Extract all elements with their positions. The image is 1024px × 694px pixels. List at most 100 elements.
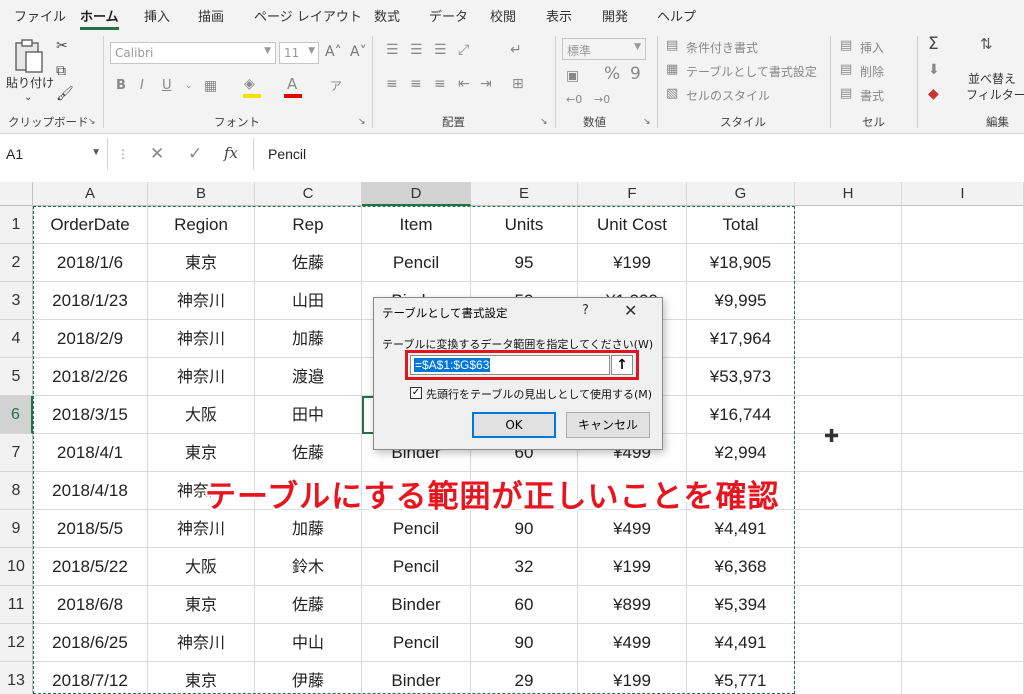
format-painter-icon[interactable]: 🖌	[56, 86, 74, 102]
format-as-table-icon[interactable]: ▦	[666, 62, 678, 78]
cell[interactable]: 2018/6/8	[33, 586, 148, 624]
column-header-f[interactable]: F	[578, 182, 687, 206]
column-header-d[interactable]: D	[362, 182, 471, 206]
row-header[interactable]: 5	[0, 358, 33, 396]
cell[interactable]	[902, 358, 1024, 396]
row-header[interactable]: 3	[0, 282, 33, 320]
tab-insert[interactable]: 挿入	[144, 6, 170, 25]
percent-style-button[interactable]: %	[604, 66, 620, 83]
tab-view[interactable]: 表示	[546, 6, 572, 25]
cell[interactable]: 2018/4/1	[33, 434, 148, 472]
cell[interactable]: OrderDate	[33, 206, 148, 244]
cancel-button[interactable]: キャンセル	[566, 412, 650, 438]
bold-button[interactable]: B	[116, 78, 126, 94]
column-header-c[interactable]: C	[255, 182, 362, 206]
font-launcher-icon[interactable]: ↘	[358, 117, 366, 127]
cell[interactable]: ¥53,973	[687, 358, 795, 396]
enter-entry-icon[interactable]: ✓	[188, 144, 202, 164]
cell[interactable]: ¥199	[578, 244, 687, 282]
row-header[interactable]: 2	[0, 244, 33, 282]
align-top-icon[interactable]: ☰	[386, 42, 399, 58]
header-row-checkbox[interactable]: ✓	[410, 387, 422, 399]
font-name-box[interactable]: Calibri ▼	[110, 42, 276, 64]
cell[interactable]: Binder	[362, 662, 471, 694]
cell[interactable]: Item	[362, 206, 471, 244]
cell[interactable]: ¥6,368	[687, 548, 795, 586]
cell[interactable]	[795, 548, 902, 586]
delete-cells-icon[interactable]: ▤	[840, 62, 852, 78]
sort-filter-icon[interactable]: ⇅	[980, 36, 993, 52]
orientation-icon[interactable]: ⤢	[458, 42, 469, 58]
row-header[interactable]: 4	[0, 320, 33, 358]
cell[interactable]	[795, 244, 902, 282]
cell[interactable]: 2018/1/6	[33, 244, 148, 282]
cell[interactable]: Pencil	[362, 624, 471, 662]
cell[interactable]: 東京	[148, 662, 255, 694]
insert-function-icon[interactable]: fx	[224, 144, 238, 162]
cell[interactable]: 29	[471, 662, 578, 694]
cell[interactable]	[795, 358, 902, 396]
align-bottom-icon[interactable]: ☰	[434, 42, 447, 58]
cell[interactable]: ¥18,905	[687, 244, 795, 282]
borders-icon[interactable]: ▦	[204, 78, 217, 94]
cell[interactable]: Rep	[255, 206, 362, 244]
column-header-h[interactable]: H	[795, 182, 902, 206]
fill-color-icon[interactable]: ◈	[244, 76, 255, 92]
tab-draw[interactable]: 描画	[198, 6, 224, 25]
sort-filter-button[interactable]: 並べ替え	[968, 70, 1016, 87]
number-format-box[interactable]: 標準 ▼	[562, 38, 646, 60]
cell[interactable]	[795, 320, 902, 358]
cell[interactable]	[795, 586, 902, 624]
tab-home[interactable]: ホーム	[80, 6, 119, 30]
format-cells-icon[interactable]: ▤	[840, 86, 852, 102]
tab-page-layout[interactable]: ページ レイアウト	[254, 6, 362, 25]
clear-icon[interactable]: ◆	[928, 86, 939, 102]
decrease-decimal-icon[interactable]: →0	[594, 92, 610, 108]
cell[interactable]	[902, 510, 1024, 548]
cell[interactable]: 東京	[148, 586, 255, 624]
cell[interactable]: ¥9,995	[687, 282, 795, 320]
row-header[interactable]: 11	[0, 586, 33, 624]
cell[interactable]: ¥4,491	[687, 624, 795, 662]
cell[interactable]: 2018/3/15	[33, 396, 148, 434]
conditional-format-button[interactable]: 条件付き書式	[686, 39, 758, 56]
cell[interactable]: 鈴木	[255, 548, 362, 586]
cell[interactable]: 2018/2/9	[33, 320, 148, 358]
cell[interactable]: 佐藤	[255, 586, 362, 624]
cell[interactable]: Region	[148, 206, 255, 244]
cell-styles-button[interactable]: セルのスタイル	[686, 87, 770, 104]
ruby-icon[interactable]: ア	[330, 78, 342, 94]
row-header[interactable]: 7	[0, 434, 33, 472]
conditional-format-icon[interactable]: ▤	[666, 38, 678, 54]
cell[interactable]: 加藤	[255, 320, 362, 358]
cell[interactable]: 中山	[255, 624, 362, 662]
formula-input[interactable]: Pencil	[253, 138, 1024, 170]
cell[interactable]	[902, 586, 1024, 624]
cell[interactable]: 2018/2/26	[33, 358, 148, 396]
cell[interactable]: ¥899	[578, 586, 687, 624]
cell[interactable]: Pencil	[362, 244, 471, 282]
cell[interactable]	[795, 624, 902, 662]
cell[interactable]	[902, 206, 1024, 244]
cell[interactable]: 2018/6/25	[33, 624, 148, 662]
shrink-font-icon[interactable]: A˅	[350, 44, 367, 60]
grow-font-icon[interactable]: A˄	[325, 44, 342, 60]
row-header[interactable]: 9	[0, 510, 33, 548]
cell[interactable]: 田中	[255, 396, 362, 434]
cell[interactable]	[902, 282, 1024, 320]
cell[interactable]: 2018/7/12	[33, 662, 148, 694]
accounting-format-icon[interactable]: ▣	[566, 68, 579, 84]
fill-icon[interactable]: ⬇	[928, 62, 940, 78]
cell[interactable]: 大阪	[148, 396, 255, 434]
help-icon[interactable]: ?	[582, 303, 589, 318]
cell[interactable]	[902, 662, 1024, 694]
cell[interactable]	[902, 434, 1024, 472]
cell[interactable]: 佐藤	[255, 434, 362, 472]
format-as-table-button[interactable]: テーブルとして書式設定	[686, 63, 817, 80]
comma-style-button[interactable]: 9	[630, 66, 641, 83]
tab-formulas[interactable]: 数式	[374, 6, 400, 25]
cell-styles-icon[interactable]: ▧	[666, 86, 678, 102]
column-header-i[interactable]: I	[902, 182, 1024, 206]
cell[interactable]: Total	[687, 206, 795, 244]
cell[interactable]: ¥16,744	[687, 396, 795, 434]
